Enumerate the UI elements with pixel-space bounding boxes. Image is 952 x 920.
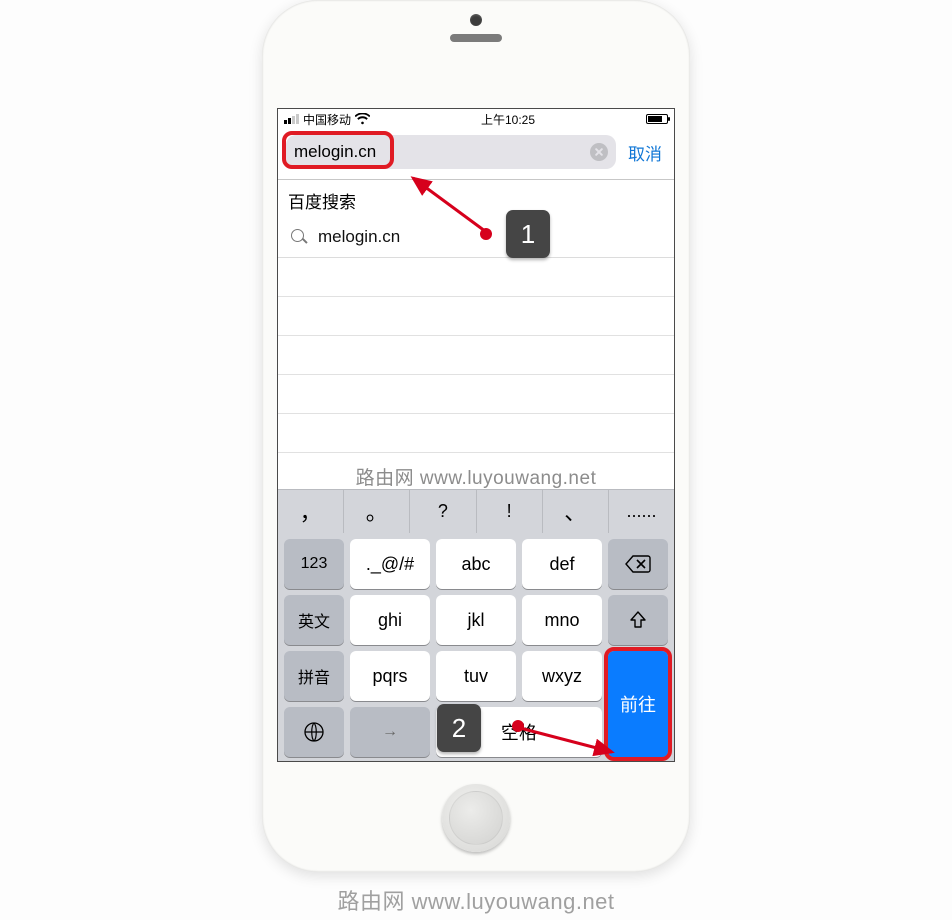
key-comma[interactable]: ， (278, 490, 343, 533)
key-123[interactable]: 123 (284, 539, 344, 589)
key-ghi[interactable]: ghi (350, 595, 430, 645)
key-period[interactable]: 。 (343, 490, 409, 533)
time-label: 上午10:25 (481, 111, 535, 128)
punctuation-row: ， 。 ? ! 、 ...... (278, 489, 674, 533)
suggestion-text: melogin.cn (318, 227, 400, 247)
key-next[interactable]: → (350, 707, 430, 757)
search-icon (290, 228, 308, 246)
key-jkl[interactable]: jkl (436, 595, 516, 645)
key-backspace[interactable] (608, 539, 668, 589)
shift-icon (628, 610, 648, 630)
annotation-badge-2: 2 (437, 704, 481, 752)
key-pqrs[interactable]: pqrs (350, 651, 430, 701)
key-pinyin[interactable]: 拼音 (284, 651, 344, 701)
phone-camera-dot (470, 14, 482, 26)
key-abc[interactable]: abc (436, 539, 516, 589)
key-sym[interactable]: ._@/# (350, 539, 430, 589)
key-wxyz[interactable]: wxyz (522, 651, 602, 701)
key-globe[interactable] (284, 707, 344, 757)
phone-earpiece (450, 34, 502, 42)
annotation-arrow-2 (514, 720, 624, 764)
clear-icon[interactable] (590, 143, 608, 161)
address-text: melogin.cn (294, 142, 376, 162)
key-tuv[interactable]: tuv (436, 651, 516, 701)
empty-list (278, 258, 674, 453)
watermark-outside: 路由网 www.luyouwang.net (0, 884, 952, 916)
signal-icon (284, 114, 299, 124)
key-question[interactable]: ? (409, 490, 475, 533)
key-ellipsis[interactable]: ...... (608, 490, 674, 533)
key-def[interactable]: def (522, 539, 602, 589)
key-dun[interactable]: 、 (542, 490, 608, 533)
battery-icon (646, 114, 668, 124)
address-input[interactable]: melogin.cn (286, 135, 616, 169)
annotation-badge-1: 1 (506, 210, 550, 258)
home-button[interactable] (442, 784, 510, 852)
backspace-icon (625, 555, 651, 573)
cancel-button[interactable]: 取消 (624, 140, 666, 165)
wifi-icon (355, 113, 370, 125)
key-english[interactable]: 英文 (284, 595, 344, 645)
annotation-dot-2 (512, 720, 524, 732)
key-exclaim[interactable]: ! (476, 490, 542, 533)
carrier-label: 中国移动 (303, 111, 351, 128)
globe-icon (303, 721, 325, 743)
key-mno[interactable]: mno (522, 595, 602, 645)
watermark-inside: 路由网 www.luyouwang.net (278, 453, 674, 494)
status-bar: 中国移动 上午10:25 (278, 109, 674, 129)
key-shift[interactable] (608, 595, 668, 645)
key-go-label: 前往 (620, 691, 656, 717)
annotation-dot-1 (480, 228, 492, 240)
